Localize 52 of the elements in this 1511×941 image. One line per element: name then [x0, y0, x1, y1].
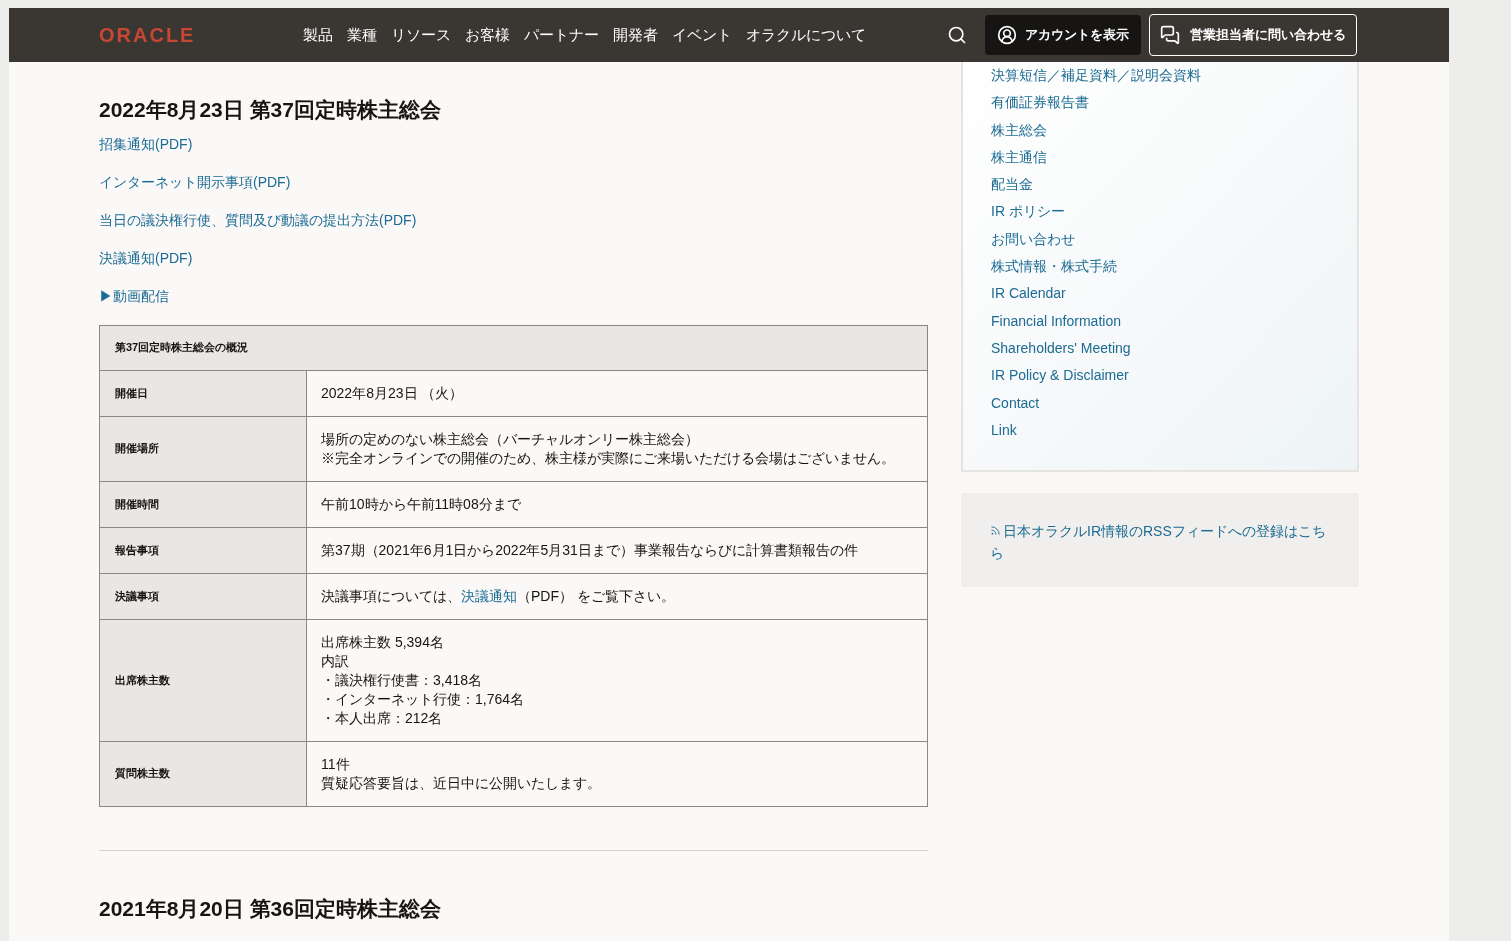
nav-link[interactable]: 製品	[303, 23, 333, 47]
nav-link[interactable]: お客様	[465, 23, 510, 47]
nav-link[interactable]: イベント	[672, 23, 732, 47]
nav-link[interactable]: 開発者	[613, 23, 658, 47]
nav-link[interactable]: オラクルについて	[746, 23, 866, 47]
document-link[interactable]: 招集通知(PDF)	[99, 133, 193, 155]
row-value: 出席株主数 5,394名 内訳 ・議決権行使書：3,418名 ・インターネット行使：1,764名 ・本人出席：212名	[306, 619, 928, 741]
sidebar-link[interactable]: 株主通信	[991, 143, 1047, 172]
inline-link[interactable]: 決議通知	[461, 587, 517, 604]
section-heading: 2021年8月20日 第36回定時株主総会	[99, 895, 442, 922]
sidebar-link[interactable]: IR Calendar	[991, 280, 1066, 308]
sidebar-link[interactable]: IR ポリシー	[991, 198, 1065, 226]
row-value: 午前10時から午前11時08分まで	[306, 481, 928, 527]
row-value: 2022年8月23日 （火）	[306, 370, 928, 416]
table-caption: 第37回定時株主総会の概況	[99, 325, 928, 370]
row-value: 場所の定めのない株主総会（バーチャルオンリー株主総会） ※完全オンラインでの開催のため、株主様が実際にご来場いただける会場はございません。	[306, 416, 928, 481]
sidebar-link[interactable]: IR Policy & Disclaimer	[991, 362, 1129, 390]
rss-link[interactable]: 日本オラクルIR情報のRSSフィードへの登録はこちら	[990, 520, 1330, 565]
row-label: 開催時間	[99, 481, 307, 527]
sidebar-link[interactable]: 有価証券報告書	[991, 89, 1089, 117]
sidebar-link[interactable]: お問い合わせ	[991, 225, 1075, 254]
row-label: 開催日	[99, 370, 307, 416]
user-icon	[997, 25, 1017, 45]
rss-icon	[990, 525, 1001, 537]
nav-link[interactable]: 業種	[347, 23, 377, 47]
row-label: 出席株主数	[99, 619, 307, 741]
section-heading: 2022年8月23日 第37回定時株主総会	[99, 97, 442, 123]
row-value: 決議事項については、決議通知（PDF） をご覧下さい。	[306, 573, 928, 619]
row-label: 決議事項	[99, 573, 307, 619]
contact-sales-button[interactable]: 営業担当者に問い合わせる	[1149, 14, 1357, 56]
row-value: 11件 質疑応答要旨は、近日中に公開いたします。	[306, 741, 928, 806]
row-value: 第37期（2021年6月1日から2022年5月31日まで）事業報告ならびに計算書類報告の件	[306, 527, 928, 573]
sidebar-link[interactable]: Financial Information	[991, 307, 1121, 335]
sidebar-link[interactable]: 株式情報・株式手続	[991, 253, 1117, 281]
document-link[interactable]: 当日の議決権行使、質問及び動議の提出方法(PDF)	[99, 209, 417, 231]
document-link[interactable]: インターネット開示事項(PDF)	[99, 171, 291, 193]
row-label: 質問株主数	[99, 741, 307, 806]
sidebar-link[interactable]: 配当金	[991, 171, 1033, 199]
document-link[interactable]: 決議通知(PDF)	[99, 247, 193, 269]
nav-link[interactable]: パートナー	[524, 23, 599, 47]
sidebar-link[interactable]: 決算短信／補足資料／説明会資料	[991, 62, 1201, 90]
sidebar-link[interactable]: Contact	[991, 389, 1040, 417]
search-icon[interactable]	[947, 25, 967, 45]
document-link[interactable]: ▶動画配信	[99, 285, 169, 307]
row-label: 報告事項	[99, 527, 307, 573]
nav-link[interactable]: リソース	[391, 23, 451, 47]
chat-icon	[1160, 25, 1180, 45]
sidebar-link[interactable]: Link	[991, 416, 1017, 445]
sidebar-link[interactable]: 株主総会	[991, 116, 1047, 144]
sidebar-link[interactable]: Shareholders' Meeting	[991, 334, 1131, 363]
row-label: 開催場所	[99, 416, 307, 481]
account-button[interactable]: アカウントを表示	[985, 15, 1141, 55]
